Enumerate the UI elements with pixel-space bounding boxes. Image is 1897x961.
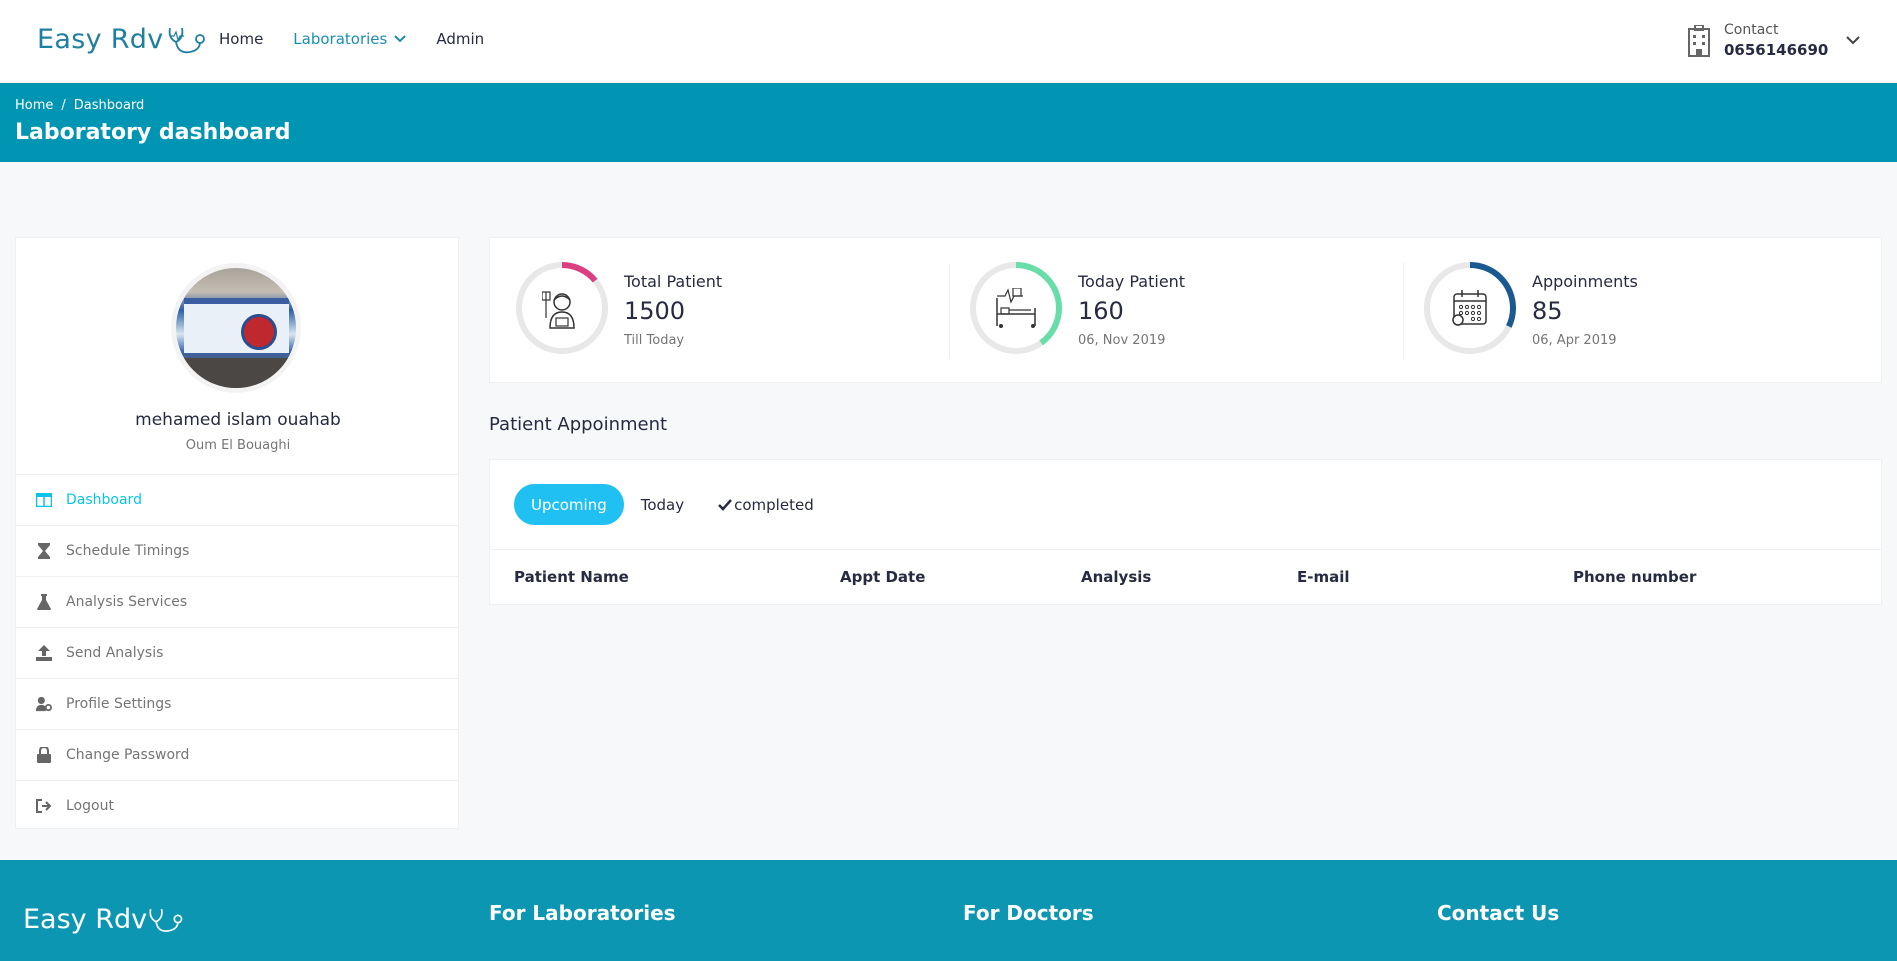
hospital-icon [1688, 24, 1710, 57]
tab-completed-label: completed [734, 495, 814, 514]
calendar-icon [1452, 290, 1487, 326]
column-header[interactable]: Phone number [1573, 568, 1696, 586]
stat-today-patient: Today Patient 160 06, Nov 2019 [968, 260, 1185, 356]
user-menu-chevron-icon[interactable] [1846, 36, 1860, 45]
sidebar-item-schedule-timings[interactable]: Schedule Timings [16, 525, 458, 576]
breadcrumb: Home / Dashboard [15, 98, 144, 113]
footer-logo[interactable]: Easy Rdv [23, 900, 187, 938]
stat-divider [1403, 263, 1404, 359]
logo-text: Easy Rdv [37, 23, 164, 55]
stat-value: 1500 [624, 297, 686, 325]
avatar [171, 263, 301, 393]
hourglass-icon [36, 543, 52, 559]
appointment-table-header: Patient Name Appt Date Analysis E-mail P… [490, 549, 1881, 605]
breadcrumb-home[interactable]: Home [15, 98, 53, 113]
stat-total-patient: Total Patient 1500 Till Today [514, 260, 722, 356]
sidebar-item-dashboard[interactable]: Dashboard [16, 474, 458, 525]
lock-icon [36, 747, 52, 763]
footer-heading-laboratories: For Laboratories [489, 901, 676, 925]
tab-upcoming-label: Upcoming [531, 495, 607, 514]
sidebar-item-label: Send Analysis [66, 645, 164, 661]
stat-sub: 06, Nov 2019 [1078, 333, 1166, 348]
breadcrumb-separator: / [61, 98, 66, 113]
tab-upcoming[interactable]: Upcoming [514, 484, 624, 525]
profile-name: mehamed islam ouahab [135, 410, 341, 430]
nav-laboratories[interactable]: Laboratories [293, 30, 407, 48]
sidebar-item-send-analysis[interactable]: Send Analysis [16, 627, 458, 678]
tab-today-label: Today [640, 495, 685, 514]
stethoscope-icon [149, 908, 183, 932]
stat-label: Today Patient [1078, 272, 1186, 291]
header-contact: Contact 0656146690 [1686, 22, 1828, 59]
nav-home[interactable]: Home [219, 30, 263, 48]
stat-divider [949, 263, 950, 359]
user-cog-icon [36, 696, 52, 712]
profile-sidebar: mehamed islam ouahab Oum El Bouaghi Dash… [15, 237, 459, 829]
stethoscope-icon [168, 27, 205, 54]
check-icon [718, 498, 733, 511]
sidebar-menu: Dashboard Schedule Timings Analysis Serv… [16, 474, 458, 831]
hospital-bed-icon [996, 288, 1036, 328]
sign-out-icon [36, 798, 52, 814]
column-header[interactable]: Appt Date [840, 568, 925, 586]
avatar-photo-ground [176, 358, 296, 388]
main-nav: Home Laboratories Admin [219, 30, 514, 48]
footer-heading-contact: Contact Us [1437, 901, 1560, 925]
top-header: Easy Rdv Home Laboratories Admin Contact… [0, 0, 1897, 83]
stat-value: 160 [1078, 297, 1124, 325]
today-patient-progress-ring [968, 260, 1064, 356]
column-header[interactable]: Patient Name [514, 568, 629, 586]
sidebar-item-label: Dashboard [66, 492, 142, 508]
column-header[interactable]: Analysis [1081, 568, 1151, 586]
stat-value: 85 [1532, 297, 1563, 325]
stat-sub: Till Today [624, 333, 685, 348]
nav-admin-label: Admin [436, 30, 485, 48]
sidebar-item-label: Schedule Timings [66, 543, 190, 559]
column-header[interactable]: E-mail [1297, 568, 1350, 586]
nav-home-label: Home [219, 30, 264, 48]
tab-completed[interactable]: completed [701, 484, 831, 525]
total-patient-progress-ring [514, 260, 610, 356]
footer-logo-text: Easy Rdv [23, 903, 148, 935]
columns-icon [36, 492, 52, 508]
nav-laboratories-label: Laboratories [293, 30, 388, 48]
nav-admin[interactable]: Admin [436, 30, 484, 48]
section-title: Patient Appoinment [489, 414, 668, 435]
sidebar-item-label: Profile Settings [66, 696, 172, 712]
contact-phone: 0656146690 [1724, 41, 1829, 59]
stat-sub: 06, Apr 2019 [1532, 333, 1617, 348]
stat-label: Appoinments [1532, 272, 1638, 291]
appointments-progress-ring [1422, 260, 1518, 356]
logo[interactable]: Easy Rdv [37, 20, 210, 58]
chevron-down-icon [394, 35, 407, 43]
contact-label: Contact [1724, 22, 1779, 38]
avatar-photo-sign [184, 298, 289, 353]
upload-icon [36, 645, 52, 661]
page-title: Laboratory dashboard [15, 120, 291, 145]
breadcrumb-bar: Home / Dashboard Laboratory dashboard [0, 83, 1897, 162]
profile-location: Oum El Bouaghi [185, 438, 291, 453]
breadcrumb-dashboard: Dashboard [73, 98, 145, 113]
flask-icon [36, 594, 52, 610]
stat-label: Total Patient [624, 272, 723, 291]
stat-appointments: Appoinments 85 06, Apr 2019 [1422, 260, 1638, 356]
sidebar-item-label: Logout [66, 798, 114, 814]
sidebar-item-analysis-services[interactable]: Analysis Services [16, 576, 458, 627]
sidebar-item-label: Analysis Services [66, 594, 188, 610]
sidebar-item-profile-settings[interactable]: Profile Settings [16, 678, 458, 729]
sidebar-item-logout[interactable]: Logout [16, 780, 458, 831]
appointment-card: Upcoming Today completed Patient Name Ap… [489, 459, 1882, 605]
sidebar-item-change-password[interactable]: Change Password [16, 729, 458, 780]
footer-heading-doctors: For Doctors [963, 901, 1094, 925]
appointment-tabs: Upcoming Today completed [514, 484, 831, 525]
sidebar-item-label: Change Password [66, 747, 190, 763]
stats-card: Total Patient 1500 Till Today Today Pati… [489, 237, 1882, 383]
footer: Easy Rdv For Laboratories For Doctors Co… [0, 860, 1897, 961]
patient-icon [542, 291, 575, 329]
tab-today[interactable]: Today [624, 484, 701, 525]
